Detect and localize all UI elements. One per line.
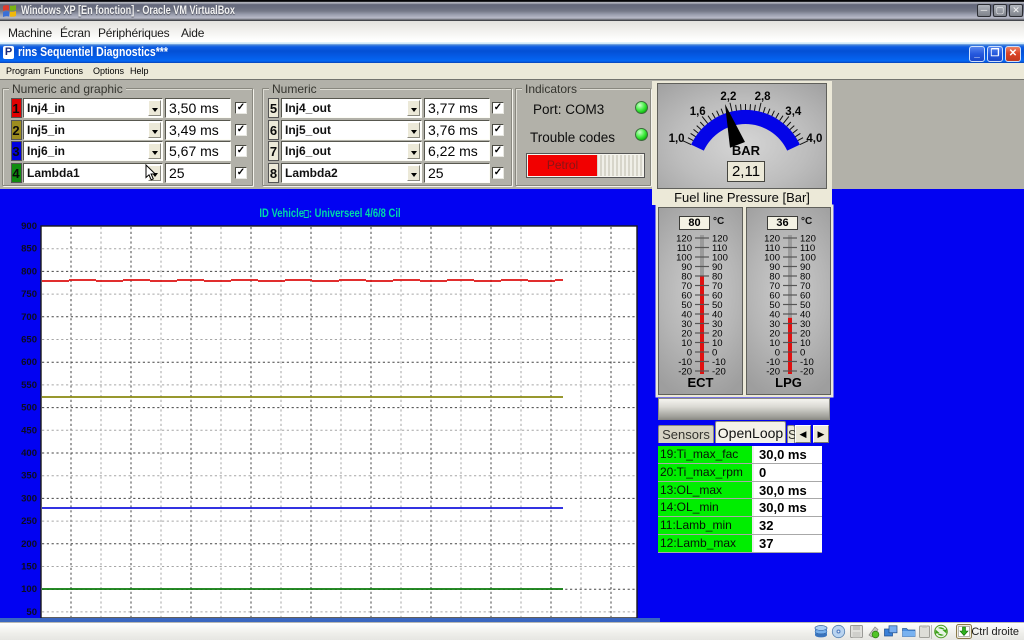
svg-text:2,2: 2,2	[720, 91, 736, 103]
svg-text:350: 350	[21, 471, 37, 482]
svg-text:650: 650	[21, 335, 37, 346]
svg-text:700: 700	[21, 312, 37, 323]
svg-text:1,0: 1,0	[669, 133, 685, 145]
svg-text:50: 50	[26, 607, 37, 618]
svg-text:450: 450	[21, 425, 37, 436]
svg-text:4,0: 4,0	[806, 133, 822, 145]
svg-text:250: 250	[21, 516, 37, 527]
svg-text:BAR: BAR	[732, 143, 761, 158]
svg-text:200: 200	[21, 539, 37, 550]
svg-text:1,6: 1,6	[690, 106, 706, 118]
svg-text:500: 500	[21, 403, 37, 414]
svg-text:900: 900	[21, 221, 37, 232]
svg-text:800: 800	[21, 266, 37, 277]
svg-text:300: 300	[21, 493, 37, 504]
svg-text:2,8: 2,8	[755, 91, 772, 103]
svg-text:3,4: 3,4	[785, 106, 802, 118]
svg-text:600: 600	[21, 357, 37, 368]
svg-text:550: 550	[21, 380, 37, 391]
svg-text:750: 750	[21, 289, 37, 300]
svg-text:100: 100	[21, 584, 37, 595]
svg-text:850: 850	[21, 244, 37, 255]
svg-text:400: 400	[21, 448, 37, 459]
svg-text:150: 150	[21, 562, 37, 573]
